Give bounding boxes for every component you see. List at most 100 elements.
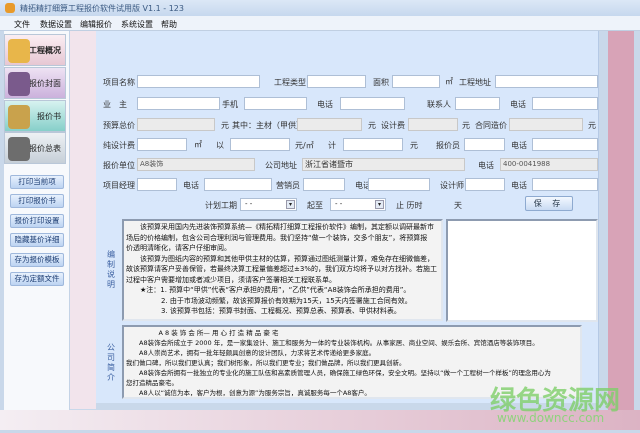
right-strip	[608, 31, 634, 411]
tab-label: 报价书	[37, 111, 61, 121]
plan-period-label: 计划工期	[205, 201, 237, 210]
area-input[interactable]	[392, 75, 440, 88]
contact-phone-input[interactable]	[532, 97, 598, 110]
design-area-input[interactable]	[137, 138, 187, 151]
app-icon	[5, 3, 15, 13]
sales-input[interactable]	[303, 178, 345, 191]
tab-quote-summary[interactable]: 报价总表	[4, 132, 66, 164]
sales-label: 营销员	[276, 181, 300, 190]
design-fee-input	[408, 118, 458, 131]
text-line: A8装饰会所拥有一批独立的专业化的施工队伍和高素质管理人员，确保施工绿色环保，安…	[126, 369, 551, 377]
mobile-label: 手机	[222, 100, 238, 109]
quoter-phone-input[interactable]	[532, 138, 598, 151]
designer-phone-input[interactable]	[532, 178, 598, 191]
quote-unit-input: A8装饰	[137, 158, 255, 171]
project-name-input[interactable]	[137, 75, 260, 88]
print-quote-button[interactable]: 打印报价书	[10, 194, 64, 208]
text-line: A 8 装 饰 会 所— 用 心 打 造 精 品 豪 宅	[126, 329, 279, 337]
design-fee-label: 设计费	[381, 121, 405, 130]
text-line: 价透明清晰化，请客户仔细审阅。	[126, 244, 231, 252]
designer-label: 设计师	[440, 181, 464, 190]
yuan-per-sqm-unit: 元/㎡	[295, 141, 314, 150]
start-date-picker[interactable]: - - ▾	[240, 198, 297, 211]
text-line: 场后的价格编制，包含公司合理利润与管理费用。我们坚持“做一个装饰，交多个朋友”，…	[126, 233, 428, 242]
mobile-input[interactable]	[244, 97, 307, 110]
extra-notes-textarea[interactable]	[446, 219, 598, 322]
notes-textarea[interactable]: 该预算采用国内先进装饰预算系统—《精拓精打细算工程报价软件》编制，其定额以调研最…	[122, 219, 443, 321]
dropdown-arrow-icon[interactable]: ▾	[375, 200, 384, 209]
text-line: 2. 由于市场波动频繁，故该预算报价有效期为15天，15天内签署施工合同有效。	[126, 296, 412, 305]
tab-project-overview[interactable]: 工程概况	[4, 34, 66, 66]
pure-design-fee-label: 纯设计费	[103, 141, 135, 150]
from-to-label: 起至	[307, 201, 323, 210]
project-type-input[interactable]	[307, 75, 366, 88]
menu-help[interactable]: 帮助	[161, 19, 177, 30]
contract-price-input	[509, 118, 583, 131]
text-line: A8人崇尚艺术，拥有一批年轻颇具创意的设计团队，力求将艺术传递给更多家庭。	[126, 349, 376, 357]
contact-phone-label: 电话	[510, 100, 526, 109]
menu-data-settings[interactable]: 数据设置	[40, 19, 72, 30]
phone-input[interactable]	[340, 97, 405, 110]
company-intro-label: 公司简介	[107, 343, 115, 382]
end-date-picker[interactable]: - - ▾	[330, 198, 386, 211]
save-quota-button[interactable]: 存为定额文件	[10, 272, 64, 286]
project-type-label: 工程类型	[274, 78, 306, 87]
area-label: 面积	[373, 78, 389, 87]
tab-quote-cover[interactable]: 报价封面	[4, 67, 66, 99]
owner-label: 业 主	[103, 100, 127, 109]
pm-phone-input[interactable]	[204, 178, 272, 191]
divider-strip	[70, 31, 96, 409]
tab-quote-book[interactable]: 报价书	[4, 100, 66, 132]
sales-phone-input[interactable]	[368, 178, 430, 191]
days-label: 天	[454, 201, 462, 210]
sqm-unit: ㎡	[194, 140, 202, 149]
project-name-label: 项目名称	[103, 78, 135, 87]
save-button[interactable]: 保 存	[525, 196, 573, 211]
worker-icon	[8, 39, 30, 63]
pen-icon	[8, 137, 30, 161]
pm-phone-label: 电话	[183, 181, 199, 190]
menu-bar: 文件 数据设置 编辑报价 系统设置 帮助	[0, 16, 640, 31]
print-settings-button[interactable]: 报价打印设置	[10, 214, 64, 228]
text-line: 过程中客户需要增加或者减少项目，须请客户签署相关工程联系单。	[126, 275, 336, 284]
yuan-unit: 元	[462, 121, 470, 130]
by-label: 以	[216, 141, 224, 150]
yuan-unit: 元	[588, 121, 596, 130]
window-title: 精拓精打细算工程报价软件试用版 V1.1 - 123	[20, 4, 184, 13]
designer-phone-label: 电话	[511, 181, 527, 190]
quoter-phone-label: 电话	[511, 141, 527, 150]
pm-input[interactable]	[137, 178, 177, 191]
project-address-input[interactable]	[495, 75, 598, 88]
quoter-input[interactable]	[464, 138, 505, 151]
end-date-value: - -	[335, 200, 343, 208]
title-bar: 精拓精打细算工程报价软件试用版 V1.1 - 123	[0, 0, 640, 16]
yuan-unit: 元	[368, 121, 376, 130]
main-material-label: 其中：主材（甲供）	[232, 121, 304, 130]
print-current-button[interactable]: 打印当前项	[10, 175, 64, 189]
unit-price-input[interactable]	[230, 138, 290, 151]
menu-edit-quote[interactable]: 编辑报价	[80, 19, 112, 30]
design-total-input[interactable]	[343, 138, 403, 151]
company-phone-label: 电话	[478, 161, 494, 170]
menu-file[interactable]: 文件	[14, 19, 30, 30]
quoter-label: 报价员	[436, 141, 460, 150]
yuan-unit: 元	[221, 121, 229, 130]
designer-input[interactable]	[465, 178, 505, 191]
yuan-unit: 元	[410, 141, 418, 150]
compass-pencil-icon	[8, 105, 30, 129]
contact-input[interactable]	[455, 97, 500, 110]
start-date-value: - -	[245, 200, 253, 208]
budget-total-label: 预算总价	[103, 121, 135, 130]
text-line: A8装饰会所成立于 2000 年，是一家集设计、施工和服务为一体的专业装饰机构。…	[126, 339, 539, 347]
dropdown-arrow-icon[interactable]: ▾	[286, 200, 295, 209]
save-template-button[interactable]: 存为报价模板	[10, 253, 64, 267]
owner-input[interactable]	[137, 97, 220, 110]
until-duration-label: 止 历时	[396, 201, 423, 210]
text-line: 我们做口碑，所以我们更认真；我们树形象，所以我们更专业；我们做品牌，所以我们更具…	[126, 359, 406, 367]
tab-label: 报价总表	[29, 143, 61, 153]
menu-system-settings[interactable]: 系统设置	[121, 19, 153, 30]
hide-base-price-button[interactable]: 隐藏基价详细	[10, 233, 64, 247]
phone-label: 电话	[317, 100, 333, 109]
tab-label: 报价封面	[29, 78, 61, 88]
text-line: 该预算为图纸内容的预算和其他甲供主材的估算，预算通过图纸测量计算，难免存在细微偏…	[126, 254, 434, 263]
